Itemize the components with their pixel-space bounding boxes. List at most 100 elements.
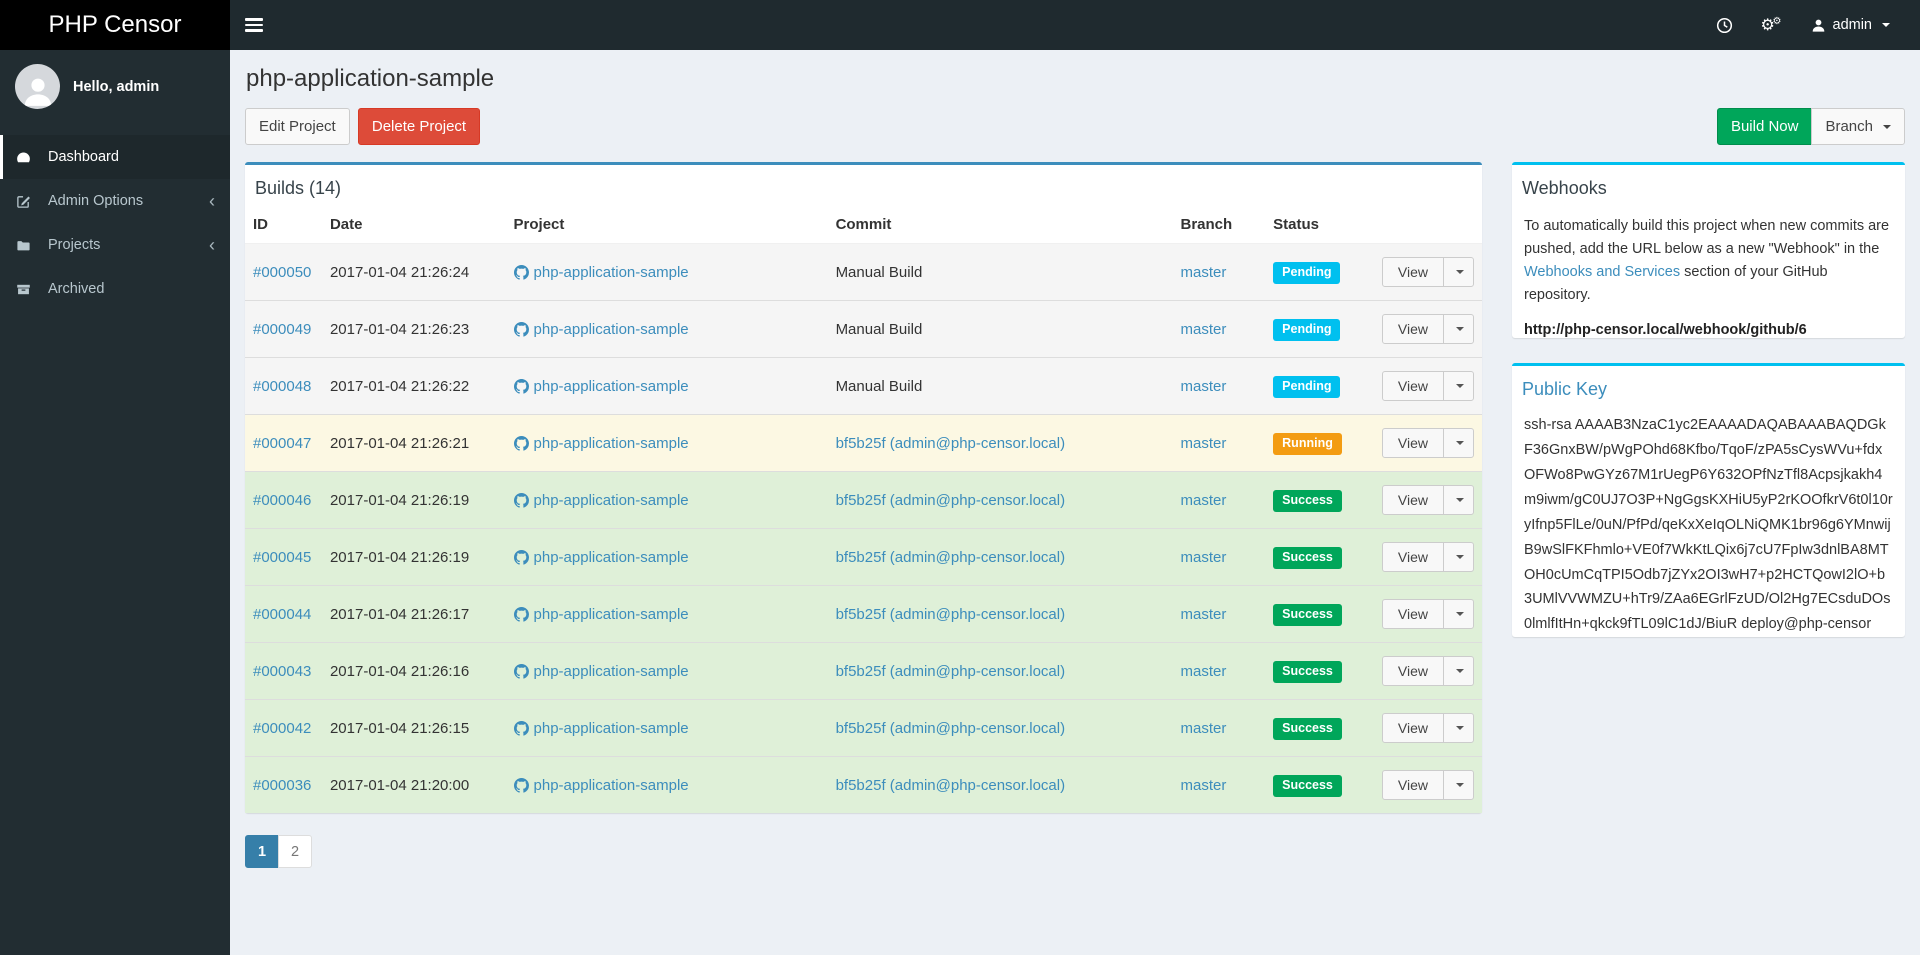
view-button-group: View: [1381, 770, 1474, 801]
branch-link[interactable]: master: [1180, 777, 1226, 794]
build-id-link[interactable]: #000042: [253, 720, 311, 737]
view-dropdown-button[interactable]: [1443, 656, 1474, 687]
view-button[interactable]: View: [1381, 770, 1444, 801]
delete-project-button[interactable]: Delete Project: [357, 108, 481, 146]
build-commit-cell: bf5b25f (admin@php-censor.local): [827, 585, 1173, 643]
project-link[interactable]: php-application-sample: [534, 492, 689, 509]
branch-link[interactable]: master: [1180, 378, 1226, 395]
build-id-link[interactable]: #000050: [253, 264, 311, 281]
build-actions-group: Build Now Branch: [1716, 108, 1905, 146]
commit-link[interactable]: bf5b25f (admin@php-censor.local): [836, 606, 1066, 623]
branch-link[interactable]: master: [1180, 435, 1226, 452]
public-key-panel: Public Key ssh-rsa AAAAB3NzaC1yc2EAAAADA…: [1512, 362, 1905, 638]
view-button-group: View: [1381, 371, 1474, 402]
build-row: #000036 2017-01-04 21:20:00 php-applicatio…: [245, 756, 1482, 814]
commit-link[interactable]: bf5b25f (admin@php-censor.local): [836, 663, 1066, 680]
commit-link[interactable]: bf5b25f (admin@php-censor.local): [836, 720, 1066, 737]
build-project-cell: php-application-sample: [505, 699, 828, 757]
project-link[interactable]: php-application-sample: [534, 378, 689, 395]
commit-link[interactable]: bf5b25f (admin@php-censor.local): [836, 549, 1066, 566]
view-button[interactable]: View: [1381, 371, 1444, 402]
build-id-link[interactable]: #000047: [253, 435, 311, 452]
project-link[interactable]: php-application-sample: [534, 663, 689, 680]
branch-link[interactable]: master: [1180, 264, 1226, 281]
build-branch-cell: master: [1172, 642, 1266, 700]
view-dropdown-button[interactable]: [1443, 485, 1474, 516]
sidebar-toggle-button[interactable]: [230, 0, 278, 50]
settings-button[interactable]: ⚙ ⚙: [1747, 0, 1797, 50]
build-date: 2017-01-04 21:26:21: [321, 414, 506, 472]
sidebar-item-projects[interactable]: Projects ‹: [0, 223, 230, 267]
commit-link[interactable]: bf5b25f (admin@php-censor.local): [836, 492, 1066, 509]
build-actions-cell: View: [1373, 528, 1482, 586]
view-dropdown-button[interactable]: [1443, 314, 1474, 345]
build-id-cell: #000036: [245, 756, 322, 814]
public-key-panel-title: Public Key: [1522, 378, 1608, 399]
view-button[interactable]: View: [1381, 656, 1444, 687]
build-now-button[interactable]: Build Now: [1716, 108, 1813, 146]
view-dropdown-button[interactable]: [1443, 257, 1474, 288]
view-button[interactable]: View: [1381, 314, 1444, 345]
build-timeline-button[interactable]: [1702, 0, 1747, 50]
branch-link[interactable]: master: [1180, 720, 1226, 737]
branch-link[interactable]: master: [1180, 492, 1226, 509]
view-dropdown-button[interactable]: [1443, 713, 1474, 744]
sidebar-item-archived[interactable]: Archived: [0, 267, 230, 311]
sidebar-item-dashboard[interactable]: Dashboard: [0, 135, 230, 179]
view-button[interactable]: View: [1381, 485, 1444, 516]
build-branch-cell: master: [1172, 414, 1266, 472]
project-link[interactable]: php-application-sample: [534, 606, 689, 623]
view-button[interactable]: View: [1381, 713, 1444, 744]
build-id-link[interactable]: #000049: [253, 321, 311, 338]
build-id-link[interactable]: #000043: [253, 663, 311, 680]
project-link[interactable]: php-application-sample: [534, 264, 689, 281]
view-button-group: View: [1381, 713, 1474, 744]
view-button[interactable]: View: [1381, 428, 1444, 459]
view-dropdown-button[interactable]: [1443, 770, 1474, 801]
brand-logo[interactable]: PHP Censor: [0, 0, 230, 50]
build-id-link[interactable]: #000046: [253, 492, 311, 509]
page-button-1[interactable]: 1: [245, 835, 279, 869]
build-date: 2017-01-04 21:26:19: [321, 528, 506, 586]
view-button[interactable]: View: [1381, 542, 1444, 573]
branch-link[interactable]: master: [1180, 321, 1226, 338]
status-badge: Success: [1273, 604, 1342, 626]
commit-link[interactable]: bf5b25f (admin@php-censor.local): [836, 435, 1066, 452]
page-button-2[interactable]: 2: [278, 835, 312, 869]
build-actions-cell: View: [1373, 756, 1482, 814]
branch-link[interactable]: master: [1180, 606, 1226, 623]
sidebar-item-admin-options[interactable]: Admin Options ‹: [0, 179, 230, 223]
view-button[interactable]: View: [1381, 257, 1444, 288]
user-menu-button[interactable]: admin: [1797, 0, 1905, 50]
view-dropdown-button[interactable]: [1443, 599, 1474, 630]
build-id-link[interactable]: #000048: [253, 378, 311, 395]
build-actions-cell: View: [1373, 642, 1482, 700]
build-id-cell: #000047: [245, 414, 322, 472]
view-button[interactable]: View: [1381, 599, 1444, 630]
build-id-link[interactable]: #000044: [253, 606, 311, 623]
view-dropdown-button[interactable]: [1443, 428, 1474, 459]
webhooks-services-link[interactable]: Webhooks and Services: [1524, 264, 1680, 280]
branch-link[interactable]: master: [1180, 549, 1226, 566]
webhook-url: http://php-censor.local/webhook/github/6: [1524, 321, 1807, 338]
project-link[interactable]: php-application-sample: [534, 435, 689, 452]
build-id-link[interactable]: #000045: [253, 549, 311, 566]
column-header-commit: Commit: [827, 210, 1173, 245]
project-link[interactable]: php-application-sample: [534, 549, 689, 566]
webhooks-panel: Webhooks To automatically build this pro…: [1512, 162, 1905, 338]
icon-edit: [16, 194, 40, 209]
build-id-link[interactable]: #000036: [253, 777, 311, 794]
project-link[interactable]: php-application-sample: [534, 720, 689, 737]
project-link[interactable]: php-application-sample: [534, 321, 689, 338]
branch-link[interactable]: master: [1180, 663, 1226, 680]
build-actions-cell: View: [1373, 471, 1482, 529]
project-link[interactable]: php-application-sample: [534, 777, 689, 794]
caret-down-icon: [1883, 124, 1891, 129]
commit-link[interactable]: bf5b25f (admin@php-censor.local): [836, 777, 1066, 794]
view-dropdown-button[interactable]: [1443, 542, 1474, 573]
edit-project-button[interactable]: Edit Project: [245, 108, 350, 146]
github-icon: [514, 379, 529, 394]
branch-dropdown-button[interactable]: Branch: [1811, 108, 1905, 146]
view-dropdown-button[interactable]: [1443, 371, 1474, 402]
build-row: #000050 2017-01-04 21:26:24 php-applicatio…: [245, 243, 1482, 301]
